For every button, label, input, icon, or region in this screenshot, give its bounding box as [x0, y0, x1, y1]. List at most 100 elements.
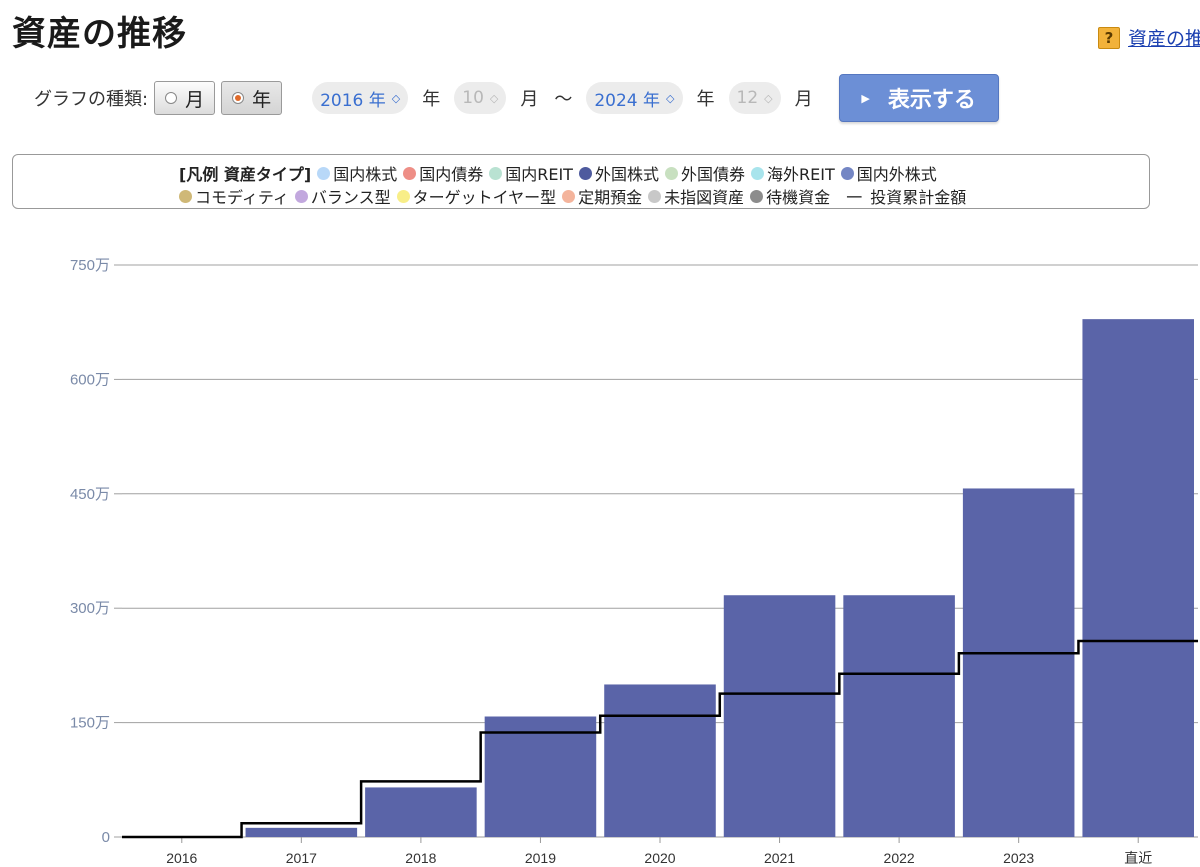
bar — [962, 488, 1075, 837]
x-tick-label: 2017 — [286, 850, 317, 866]
legend-color-dot — [179, 189, 192, 203]
legend-line-symbol: 一 — [846, 188, 863, 207]
legend-color-dot — [840, 166, 854, 180]
legend-color-dot — [751, 166, 764, 180]
range-tilde: 〜 — [554, 89, 573, 110]
help-link-text[interactable]: 資産の推移 — [1128, 24, 1200, 51]
legend-color-dot — [562, 189, 576, 203]
from-month-value: 10 — [462, 88, 484, 108]
y-tick-label: 300万 — [70, 600, 110, 617]
show-button[interactable]: ▶ 表示する — [838, 74, 999, 122]
legend-item-label: 国内外株式 — [856, 165, 937, 184]
from-year-value: 2016 年 — [320, 90, 386, 111]
legend-color-dot — [578, 166, 592, 180]
bar — [1082, 319, 1194, 838]
legend-item-label: ターゲットイヤー型 — [412, 188, 557, 207]
bar — [484, 716, 597, 837]
x-tick-label: 直近 — [1124, 850, 1152, 866]
legend-item-label: バランス型 — [310, 188, 391, 207]
to-year-value: 2024 年 — [594, 90, 661, 111]
legend-color-dot — [403, 166, 417, 180]
legend-title: [凡例 資産タイプ] — [179, 165, 312, 184]
bar — [723, 595, 836, 837]
legend-item: ターゲットイヤー型 — [396, 184, 557, 208]
y-tick-label: 150万 — [70, 715, 110, 732]
from-month-unit: 月 — [520, 89, 539, 110]
legend-color-dot — [648, 189, 662, 203]
legend-item-label: 外国債券 — [680, 165, 745, 184]
graph-type-label: グラフの種類: — [34, 89, 149, 110]
legend-item: 未指図資産 — [648, 184, 744, 208]
bar — [365, 787, 477, 837]
radio-year[interactable]: 年 — [221, 81, 283, 115]
graph-controls: グラフの種類: 月 年 2016 年 ◇ 年 10 ◇ 月 〜 2024 年 ◇… — [34, 74, 999, 122]
legend-row: [凡例 資産タイプ] 国内株式 国内債券 国内REIT 外国株式 外国債券 海外REIT 国… — [179, 161, 943, 185]
legend-item-label: 待機資金 — [766, 188, 831, 207]
legend-color-dot — [664, 166, 678, 180]
legend-item: 海外REIT — [751, 161, 835, 185]
page-title: 資産の推移 — [12, 14, 187, 54]
legend-item: バランス型 — [294, 184, 391, 208]
help-link[interactable]: ? 資産の推移 — [1098, 24, 1200, 51]
from-month-select[interactable]: 10 ◇ — [454, 82, 507, 114]
legend-item: 国内株式 — [317, 161, 397, 185]
legend-color-dot — [317, 166, 331, 180]
legend-item-label: 定期預金 — [578, 188, 643, 207]
x-tick-label: 2021 — [764, 850, 795, 866]
legend-color-dot — [396, 189, 410, 203]
bar — [604, 684, 716, 837]
legend-line-label: 投資累計金額 — [870, 188, 967, 207]
to-month-unit: 月 — [794, 89, 813, 110]
legend-item: 国内債券 — [403, 161, 483, 185]
legend-item-label: 海外REIT — [767, 165, 835, 184]
x-tick-label: 2023 — [1003, 850, 1034, 866]
legend-item-label: 国内REIT — [505, 165, 573, 184]
show-button-label: 表示する — [887, 88, 976, 113]
radio-month-circle — [165, 92, 178, 104]
legend-item: 国内外株式 — [840, 161, 937, 185]
chevron-updown-icon: ◇ — [391, 91, 401, 105]
asset-chart: 0 150万 300万 450万 600万 750万 2016 2017 2018 2019 202… — [70, 257, 1198, 866]
to-month-value: 12 — [736, 88, 759, 108]
legend-color-dot — [489, 166, 503, 180]
legend-color-dot — [750, 189, 764, 203]
bar — [245, 827, 358, 837]
legend-item: 定期預金 — [562, 184, 642, 208]
x-tick-label: 2019 — [525, 850, 556, 866]
radio-year-circle — [232, 92, 245, 104]
legend-item: 外国株式 — [578, 161, 659, 185]
bar — [843, 595, 955, 837]
legend-item: 国内REIT — [489, 161, 573, 185]
legend-item-label: コモディティ — [195, 188, 289, 207]
legend-item-label: 未指図資産 — [664, 188, 745, 207]
legend-item-label: 国内株式 — [333, 165, 398, 184]
play-icon: ▶ — [861, 91, 870, 105]
x-tick-label: 2016 — [166, 850, 197, 866]
radio-month-label: 月 — [185, 88, 205, 111]
chart-legend: [凡例 資産タイプ] 国内株式 国内債券 国内REIT 外国株式 外国債券 海外REIT 国… — [12, 154, 1150, 209]
legend-item: 待機資金 — [750, 184, 830, 208]
from-year-select[interactable]: 2016 年 ◇ — [312, 82, 409, 114]
y-tick-label: 0 — [102, 829, 110, 846]
chevron-updown-icon: ◇ — [666, 91, 675, 105]
chevron-updown-icon: ◇ — [489, 91, 499, 105]
y-tick-label: 450万 — [70, 486, 110, 503]
y-tick-label: 750万 — [70, 257, 110, 274]
x-tick-label: 2020 — [644, 850, 675, 866]
to-month-select[interactable]: 12 ◇ — [728, 82, 781, 114]
x-tick-label: 2022 — [884, 850, 915, 866]
legend-item: 外国債券 — [664, 161, 745, 185]
chevron-updown-icon: ◇ — [764, 91, 773, 105]
radio-year-label: 年 — [252, 88, 272, 111]
legend-item: コモディティ — [179, 184, 289, 208]
to-year-select[interactable]: 2024 年 ◇ — [586, 82, 683, 114]
y-tick-label: 600万 — [70, 371, 110, 388]
legend-item-label: 外国株式 — [594, 165, 659, 184]
to-year-unit: 年 — [696, 89, 715, 110]
legend-color-dot — [294, 189, 308, 203]
radio-month[interactable]: 月 — [154, 81, 216, 115]
from-year-unit: 年 — [422, 89, 441, 110]
legend-row: コモディティ バランス型 ターゲットイヤー型 定期預金 未指図資産 待機資金一投資累計金額 — [179, 184, 966, 208]
help-icon: ? — [1098, 26, 1120, 49]
x-tick-label: 2018 — [405, 850, 436, 866]
